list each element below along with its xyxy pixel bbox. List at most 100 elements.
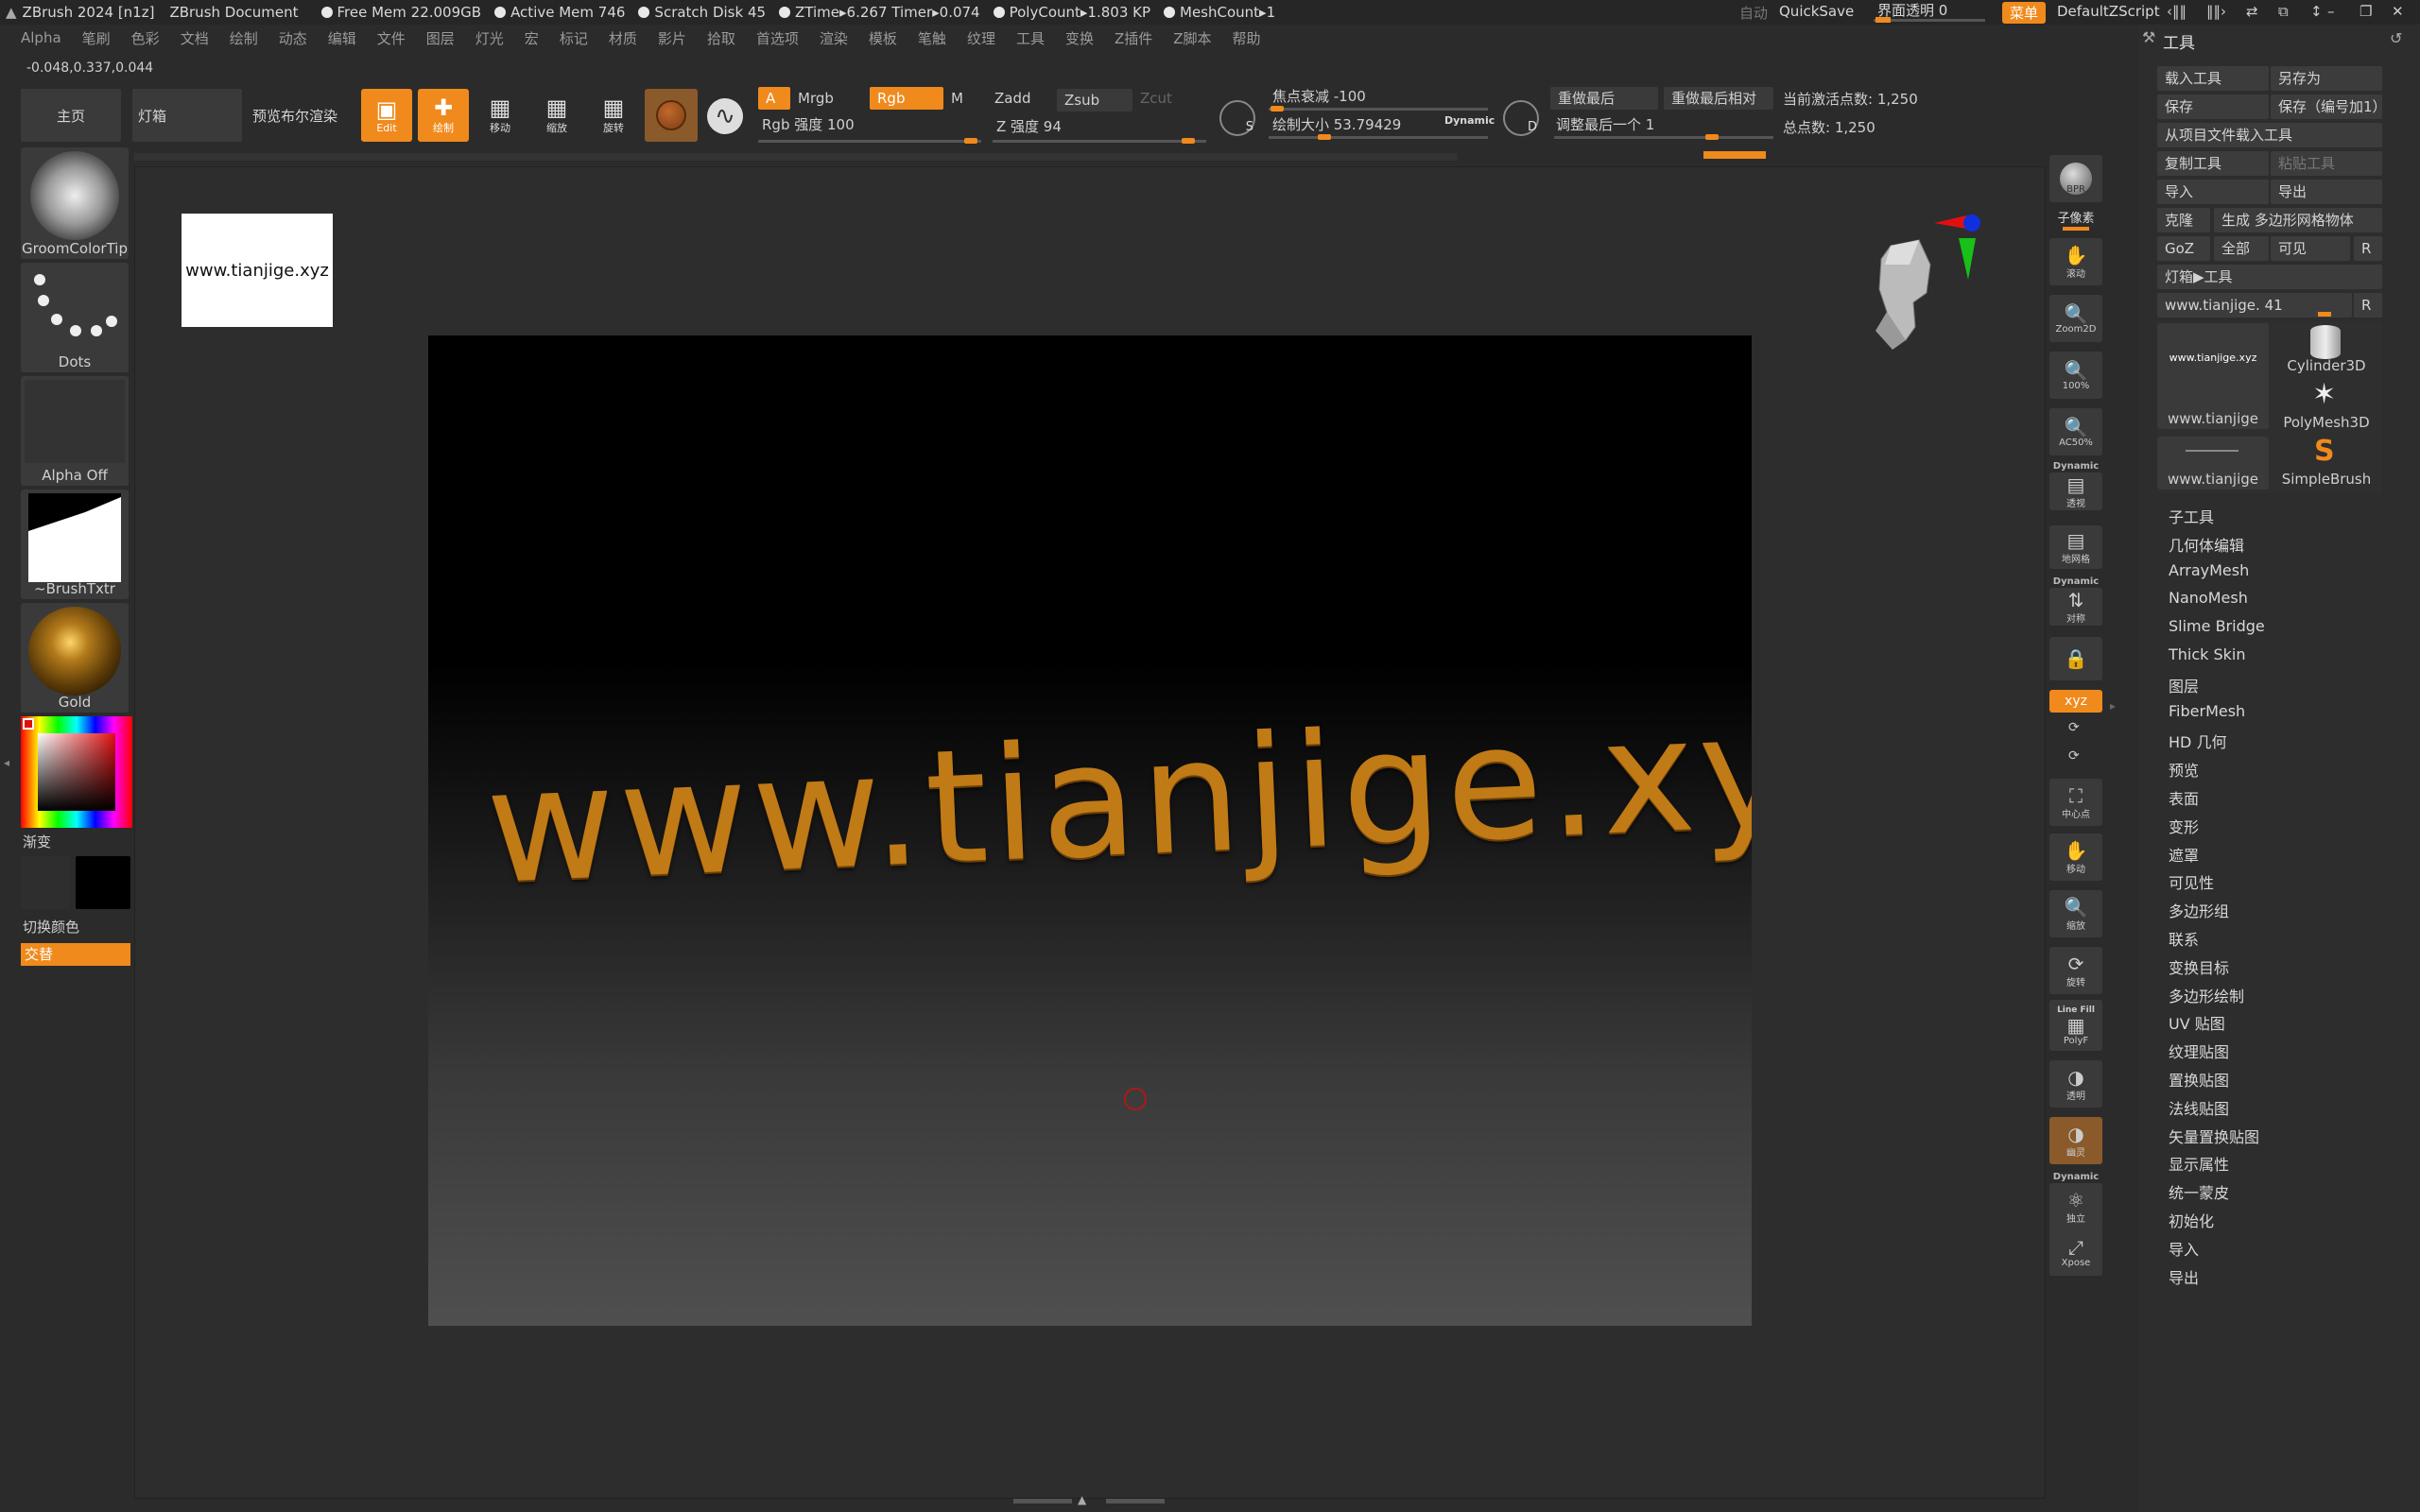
dynamic-label[interactable]: Dynamic	[1444, 114, 1495, 127]
tool-r-button[interactable]: R	[2354, 293, 2382, 318]
subpalette-item[interactable]: 多边形绘制	[2169, 984, 2244, 1006]
minimize-icon[interactable]: –	[2327, 3, 2335, 20]
rotate-mode-button[interactable]: ▦ 旋转	[588, 89, 639, 142]
make-polymesh-button[interactable]: 生成 多边形网格物体	[2214, 208, 2382, 232]
swap-icon[interactable]: ⇄	[2246, 3, 2258, 20]
subpalette-item[interactable]: 几何体编辑	[2169, 533, 2244, 556]
subpalette-item[interactable]: 可见性	[2169, 870, 2214, 893]
subpalette-item[interactable]: 子工具	[2169, 505, 2214, 527]
menu-item[interactable]: 工具	[1016, 28, 1045, 48]
menu-item[interactable]: Z脚本	[1173, 28, 1211, 48]
subpalette-item[interactable]: 变换目标	[2169, 955, 2229, 978]
alternate-button[interactable]: 交替	[21, 943, 130, 966]
tool-thumb-tianjige-2[interactable]: www.tianjige	[2157, 437, 2269, 490]
z-rotation-icon[interactable]: ⟳	[2068, 748, 2080, 764]
xpose-button[interactable]: ⤢ Xpose	[2049, 1228, 2102, 1276]
y-rotation-icon[interactable]: ⟳	[2068, 720, 2080, 735]
subpalette-item[interactable]: 显示属性	[2169, 1152, 2229, 1175]
layout-icon[interactable]: ‹‖‖	[2167, 3, 2187, 20]
subpalette-item[interactable]: FiberMesh	[2169, 702, 2245, 720]
subpalette-item[interactable]: 初始化	[2169, 1209, 2214, 1231]
solo-button[interactable]: ⚛ 独立	[2049, 1183, 2102, 1230]
menu-item[interactable]: 纹理	[967, 28, 995, 48]
half-size-button[interactable]: 🔍 AC50%	[2049, 408, 2102, 455]
menu-item[interactable]: 图层	[426, 28, 455, 48]
clone-button[interactable]: 克隆	[2157, 208, 2210, 232]
zadd-toggle[interactable]: Zadd	[987, 87, 1053, 110]
close-icon[interactable]: ✕	[2392, 3, 2404, 20]
bpr-render-button[interactable]: 预览布尔渲染	[246, 89, 344, 142]
navigation-head-icon[interactable]	[1872, 236, 1938, 359]
subpalette-item[interactable]: 统一蒙皮	[2169, 1180, 2229, 1203]
scale-mode-button[interactable]: ▦ 缩放	[531, 89, 582, 142]
menu-item[interactable]: 标记	[560, 28, 588, 48]
lightbox-button[interactable]: 灯箱	[132, 89, 242, 142]
menu-item[interactable]: 文件	[377, 28, 406, 48]
menu-item[interactable]: 模板	[869, 28, 897, 48]
floor-grid-button[interactable]: ▤ 地网格	[2049, 525, 2102, 569]
menu-item[interactable]: 编辑	[328, 28, 356, 48]
polyframe-button[interactable]: Line Fill ▦ PolyF	[2049, 1000, 2102, 1051]
transparency-button[interactable]: ◑ 透明	[2049, 1060, 2102, 1108]
xyz-rotation-button[interactable]: xyz	[2049, 690, 2102, 713]
zoom2d-button[interactable]: 🔍 Zoom2D	[2049, 295, 2102, 342]
subpalette-item[interactable]: 图层	[2169, 674, 2199, 696]
move-mode-button[interactable]: ▦ 移动	[475, 89, 526, 142]
z-intensity-slider[interactable]	[993, 136, 1206, 146]
goz-r-button[interactable]: R	[2354, 236, 2382, 261]
a-toggle[interactable]: A	[758, 87, 790, 110]
tool-thumb-tianjige[interactable]: www.tianjige.xyz www.tianjige	[2157, 323, 2269, 429]
export-button[interactable]: 导出	[2271, 180, 2382, 204]
menu-item[interactable]: 宏	[525, 28, 539, 48]
draw-size-slider[interactable]	[1269, 132, 1488, 142]
rgb-toggle[interactable]: Rgb	[870, 87, 943, 110]
tool-thumb-polymesh3d[interactable]: ✶ PolyMesh3D	[2271, 380, 2382, 433]
subpalette-item[interactable]: NanoMesh	[2169, 589, 2248, 607]
restore-icon[interactable]: ❐	[2360, 3, 2372, 20]
subpalette-item[interactable]: Thick Skin	[2169, 645, 2246, 663]
material-selector[interactable]: Gold	[21, 603, 129, 713]
menu-item[interactable]: 变换	[1065, 28, 1094, 48]
subpalette-item[interactable]: UV 贴图	[2169, 1011, 2225, 1034]
ghost-button[interactable]: ◑ 幽灵	[2049, 1117, 2102, 1164]
axis-gizmo-icon[interactable]	[1934, 210, 2006, 285]
secondary-color-box[interactable]	[76, 856, 130, 909]
scroll-button[interactable]: ✋ 滚动	[2049, 238, 2102, 285]
menu-item[interactable]: 渲染	[820, 28, 848, 48]
lock-button[interactable]: 🔒	[2049, 637, 2102, 680]
replay-last-relative-button[interactable]: 重做最后相对	[1664, 87, 1773, 110]
save-as-button[interactable]: 另存为	[2271, 66, 2382, 91]
subpalette-item[interactable]: 预览	[2169, 758, 2199, 781]
mrgb-toggle[interactable]: Mrgb	[790, 87, 866, 110]
ui-transparency-slider[interactable]: 界面透明 0	[1874, 0, 1985, 25]
subpalette-item[interactable]: 表面	[2169, 786, 2199, 809]
menu-item[interactable]: 影片	[658, 28, 686, 48]
stroke-selector[interactable]: Dots	[21, 263, 129, 372]
main-color-swatch[interactable]	[23, 718, 34, 730]
saturation-square[interactable]	[38, 733, 115, 811]
tool-thumb-cylinder3d[interactable]: Cylinder3D	[2271, 323, 2382, 376]
focal-shift-slider[interactable]	[1269, 104, 1488, 113]
menu-item[interactable]: 笔刷	[82, 28, 111, 48]
m-toggle[interactable]: M	[943, 87, 970, 110]
left-tray-arrow-icon[interactable]: ◂	[4, 756, 9, 769]
layout-icon[interactable]: ‖‖›	[2206, 3, 2226, 20]
switch-color-button[interactable]: 切换颜色	[23, 917, 79, 936]
actual-size-button[interactable]: 🔍 100%	[2049, 352, 2102, 399]
subpalette-item[interactable]: HD 几何	[2169, 730, 2226, 752]
smooth-brush-icon[interactable]: ∿	[707, 98, 743, 134]
load-from-project-button[interactable]: 从项目文件载入工具	[2157, 123, 2382, 147]
menu-item[interactable]: 灯光	[475, 28, 504, 48]
subpalette-item[interactable]: 纹理贴图	[2169, 1040, 2229, 1062]
menu-item[interactable]: 文档	[181, 28, 209, 48]
goz-button[interactable]: GoZ	[2157, 236, 2210, 261]
menu-item[interactable]: 动态	[279, 28, 307, 48]
rgb-intensity-slider[interactable]	[758, 136, 981, 146]
menu-item[interactable]: 色彩	[131, 28, 160, 48]
draw-mode-button[interactable]: ✚ 绘制	[418, 89, 469, 142]
material-sphere-button[interactable]	[645, 89, 698, 142]
menu-item[interactable]: 材质	[609, 28, 637, 48]
import-button[interactable]: 导入	[2157, 180, 2269, 204]
menu-item[interactable]: 拾取	[707, 28, 735, 48]
goz-all-button[interactable]: 全部	[2214, 236, 2269, 261]
